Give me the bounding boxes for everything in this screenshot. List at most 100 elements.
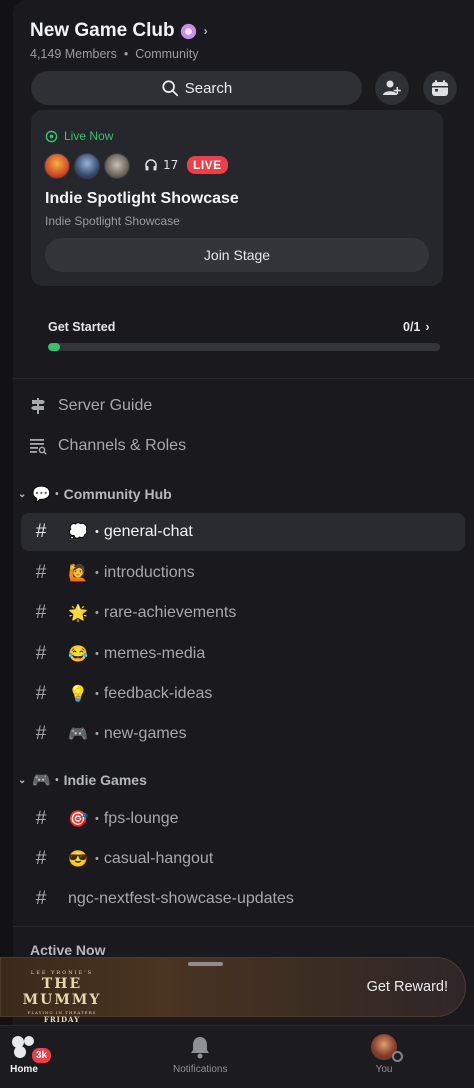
get-started-label[interactable]: Get Started <box>48 320 115 334</box>
hashtag-icon: # <box>35 723 47 744</box>
channels-roles-item[interactable]: Channels & Roles <box>29 437 186 455</box>
channel-bullet: • <box>95 853 99 865</box>
avatar <box>371 1034 403 1062</box>
category-label: Community Hub <box>63 486 172 502</box>
get-started-count[interactable]: 0/1 › <box>403 320 430 334</box>
channel-fps-lounge[interactable]: # 🎯 • fps-lounge <box>21 800 465 838</box>
channel-label: memes-media <box>103 645 206 662</box>
tab-home[interactable]: Home 3k <box>10 1034 54 1075</box>
listener-count-text: 17 <box>163 158 179 172</box>
avatar <box>104 153 130 179</box>
category-label: Indie Games <box>63 772 147 788</box>
headphones-icon <box>145 159 157 171</box>
tab-notifications[interactable]: Notifications <box>173 1034 227 1075</box>
channel-rare-achievements[interactable]: # 🌟 • rare-achievements <box>21 594 465 632</box>
game-controller-icon: 🎮 <box>68 726 88 743</box>
star-icon: 🌟 <box>68 605 88 622</box>
raised-hand-icon: 🙋 <box>68 565 88 582</box>
channel-bullet: • <box>95 728 99 740</box>
section-divider <box>13 926 474 927</box>
hashtag-icon: # <box>35 683 47 704</box>
tab-you-label: You <box>375 1064 393 1075</box>
stage-title: Indie Spotlight Showcase <box>45 190 239 207</box>
drag-handle[interactable] <box>188 962 223 966</box>
category-community-hub[interactable]: ⌄ 💬 • Community Hub <box>18 485 172 503</box>
search-icon <box>162 80 178 97</box>
server-title[interactable]: New Game Club › <box>30 20 208 42</box>
channel-bullet: • <box>95 567 99 579</box>
signpost-icon <box>29 397 47 415</box>
status-icon <box>392 1051 403 1062</box>
tab-notifications-label: Notifications <box>173 1064 228 1075</box>
channel-label: feedback-ideas <box>103 685 213 702</box>
tab-home-label: Home <box>10 1064 38 1075</box>
promo-banner[interactable]: LEE YRONIE'S THE MUMMY PLAYING IN THEATE… <box>0 957 466 1024</box>
get-reward-button[interactable]: Get Reward! <box>367 979 448 995</box>
bottom-nav: Home 3k Notifications You <box>0 1025 474 1088</box>
boost-icon <box>180 23 196 39</box>
category-indie-games[interactable]: ⌄ 🎮 • Indie Games <box>18 771 147 789</box>
server-guide-label: Server Guide <box>58 397 153 414</box>
listener-count: 17 <box>144 158 178 172</box>
live-badge: LIVE <box>187 156 228 174</box>
server-type: Community <box>135 47 199 61</box>
channel-new-games[interactable]: # 🎮 • new-games <box>21 715 465 753</box>
chevron-right-icon: › <box>203 24 208 38</box>
join-stage-button[interactable]: Join Stage <box>45 238 429 272</box>
server-subtitle: 4,149 Members • Community <box>30 47 198 61</box>
live-now-label: Live Now <box>45 129 113 143</box>
server-name: New Game Club <box>30 20 175 41</box>
chevron-down-icon: ⌄ <box>18 488 27 500</box>
channel-casual-hangout[interactable]: # 😎 • casual-hangout <box>21 840 465 878</box>
channel-bullet: • <box>95 688 99 700</box>
channel-ngc-nextfest-showcase-updates[interactable]: # ngc-nextfest-showcase-updates <box>21 880 465 918</box>
add-member-icon <box>383 80 401 95</box>
events-button[interactable] <box>423 71 457 105</box>
member-count: 4,149 Members <box>30 47 117 61</box>
channel-label: general-chat <box>103 523 193 540</box>
hashtag-icon: # <box>35 808 47 829</box>
channel-label: casual-hangout <box>103 850 214 867</box>
channel-label: introductions <box>103 564 195 581</box>
logo-title: THE MUMMY <box>22 976 102 1008</box>
channel-bullet: • <box>95 648 99 660</box>
channel-feedback-ideas[interactable]: # 💡 • feedback-ideas <box>21 675 465 713</box>
calendar-icon <box>432 80 448 96</box>
channel-label: fps-lounge <box>103 810 179 827</box>
bell-icon <box>191 1037 210 1059</box>
server-rail <box>0 0 13 1025</box>
target-icon: 🎯 <box>68 811 88 828</box>
channel-bullet: • <box>95 526 99 538</box>
active-now-heading: Active Now <box>30 942 106 958</box>
channel-general-chat[interactable]: # 💭 • general-chat <box>21 513 465 551</box>
server-guide-item[interactable]: Server Guide <box>29 397 152 415</box>
channel-label: new-games <box>103 725 187 742</box>
logo-line: FRIDAY <box>43 1015 81 1024</box>
search-label: Search <box>184 79 233 97</box>
hashtag-icon: # <box>35 848 47 869</box>
avatar <box>44 153 70 179</box>
speech-bubble-icon: 💬 <box>32 486 52 503</box>
tab-you[interactable]: You <box>371 1034 403 1075</box>
hashtag-icon: # <box>35 888 47 909</box>
get-started-progress-fill <box>48 343 60 351</box>
stage-icon <box>45 130 58 142</box>
light-bulb-icon: 💡 <box>68 686 88 703</box>
channels-roles-label: Channels & Roles <box>58 437 187 454</box>
category-bullet: • <box>55 488 59 500</box>
get-started-count-text: 0/1 <box>403 320 421 334</box>
movie-logo: LEE YRONIE'S THE MUMMY PLAYING IN THEATE… <box>3 970 121 1024</box>
invite-button[interactable] <box>375 71 409 105</box>
live-stage-card[interactable]: Live Now 17 LIVE Indie Spotlight Showcas… <box>31 110 443 286</box>
laughing-face-icon: 😂 <box>68 646 88 663</box>
channel-memes-media[interactable]: # 😂 • memes-media <box>21 635 465 673</box>
channel-list-icon <box>29 437 47 455</box>
category-bullet: • <box>55 774 59 786</box>
search-button[interactable]: Search <box>31 71 362 105</box>
channel-label: ngc-nextfest-showcase-updates <box>68 890 294 907</box>
channel-introductions[interactable]: # 🙋 • introductions <box>21 554 465 592</box>
avatar <box>74 153 100 179</box>
speaker-avatars <box>44 153 134 179</box>
separator-dot: • <box>123 47 129 61</box>
hashtag-icon: # <box>35 521 47 542</box>
